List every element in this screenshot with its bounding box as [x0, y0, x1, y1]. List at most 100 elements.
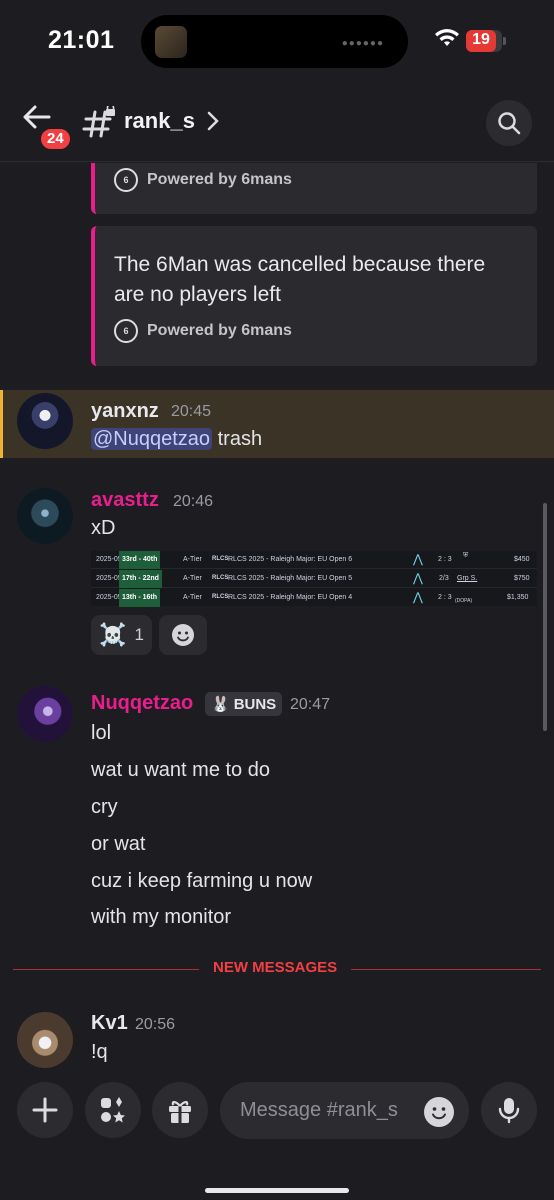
team-logo-icon: ⋀ [413, 590, 423, 604]
apps-icon [101, 1097, 125, 1123]
result-event: RLCS 2025 - Raleigh Major: EU Open 5 [228, 575, 353, 582]
home-indicator [205, 1188, 349, 1193]
battery-tip [503, 37, 506, 45]
plus-icon [32, 1097, 58, 1123]
user-mention[interactable]: @Nuqqetzao [91, 428, 213, 450]
reaction-skull[interactable]: ☠️ 1 [91, 615, 152, 655]
message-author[interactable]: avasttz [91, 489, 159, 512]
scrollbar[interactable] [543, 503, 547, 731]
channel-name[interactable]: rank_s [124, 108, 195, 134]
result-placement: 33rd - 40th [119, 551, 161, 569]
battery-level: 19 [472, 31, 490, 48]
message-text: !q [91, 1041, 108, 1063]
result-opponent: (DOPA) [455, 598, 473, 604]
result-event: RLCS 2025 - Raleigh Major: EU Open 4 [228, 594, 353, 601]
status-bar: 21:01 ●●●●●● 19 [0, 0, 554, 86]
result-score: 2/3 [439, 575, 449, 582]
opponent-logo-icon: ⛨ [463, 552, 469, 559]
channel-hash-icon [82, 106, 115, 138]
now-playing-thumbnail [155, 26, 187, 58]
message-author[interactable]: Nuqqetzao [91, 692, 193, 715]
result-score: 2 : 3 [438, 594, 452, 601]
6mans-logo-icon: 6 [114, 168, 138, 192]
message-mention-highlight[interactable]: yanxnz 20:45 @Nuqqetzao trash [0, 390, 554, 458]
dynamic-island: ●●●●●● [141, 15, 408, 68]
new-messages-label: NEW MESSAGES [199, 959, 352, 976]
bot-embed: 6 Powered by 6mans [91, 163, 537, 214]
result-score: 2 : 3 [438, 556, 452, 563]
team-logo-icon: ⋀ [413, 571, 423, 585]
results-row: 2025-05-18 17th - 22nd A-Tier RLCS RLCS … [91, 570, 537, 588]
message-timestamp: 20:45 [171, 403, 212, 420]
bot-embed: The 6Man was cancelled because there are… [91, 226, 537, 366]
result-prize: $450 [514, 556, 530, 563]
results-row: 2025-05-02 13th - 16th A-Tier RLCS RLCS … [91, 589, 537, 607]
microphone-icon [498, 1098, 520, 1124]
results-row: 2025-05-24 33rd - 40th A-Tier RLCS RLCS … [91, 551, 537, 569]
add-reaction-button[interactable] [159, 615, 207, 655]
skull-emoji-icon: ☠️ [99, 622, 127, 647]
team-logo-icon: ⋀ [413, 552, 423, 566]
emoji-icon [432, 1107, 446, 1120]
result-placement: 13th - 16th [119, 589, 161, 607]
message-text: cry [91, 796, 118, 818]
result-prize: $750 [514, 575, 530, 582]
add-reaction-icon [172, 624, 194, 646]
voice-message-button[interactable] [481, 1082, 537, 1138]
avatar[interactable] [17, 393, 73, 449]
battery-icon: 19 [466, 30, 502, 52]
result-tier: A-Tier [183, 575, 202, 582]
result-opponent: Grp S. [457, 575, 478, 582]
search-icon [498, 112, 521, 135]
attached-image-results[interactable]: 2025-05-24 33rd - 40th A-Tier RLCS RLCS … [91, 551, 537, 607]
message-composer [0, 1070, 554, 1200]
gift-button[interactable] [152, 1082, 208, 1138]
unread-count-badge: 24 [38, 126, 73, 152]
message-author[interactable]: yanxnz [91, 400, 159, 423]
message-timestamp: 20:46 [173, 493, 214, 510]
message-text: trash [217, 428, 263, 450]
message-text: or wat [91, 833, 146, 855]
reaction-count: 1 [134, 625, 144, 644]
result-tier: A-Tier [183, 556, 202, 563]
bunny-icon: 🐰 [211, 696, 230, 713]
message-timestamp: 20:56 [135, 1016, 176, 1033]
server-tag-badge: 🐰 BUNS [205, 692, 283, 716]
server-tag-label: BUNS [233, 695, 277, 713]
avatar[interactable] [17, 686, 73, 742]
search-button[interactable] [486, 100, 532, 146]
add-attachment-button[interactable] [17, 1082, 73, 1138]
embed-footer: 6 Powered by 6mans [114, 168, 292, 192]
result-event: RLCS 2025 - Raleigh Major: EU Open 6 [228, 556, 353, 563]
embed-text: The 6Man was cancelled because there are… [114, 253, 486, 306]
message-timestamp: 20:47 [290, 696, 331, 713]
result-prize: $1,350 [507, 594, 529, 601]
message-content: @Nuqqetzao trash [91, 428, 262, 451]
channel-header: 24 rank_s [0, 86, 554, 162]
message-text: with my monitor [91, 906, 232, 928]
rlcs-logo-icon: RLCS [212, 575, 229, 581]
island-dots-icon: ●●●●●● [341, 38, 384, 49]
wifi-icon [435, 29, 459, 46]
embed-footer-text: Powered by 6mans [147, 171, 292, 188]
chevron-right-icon[interactable] [206, 110, 220, 132]
emoji-picker-button[interactable] [424, 1097, 454, 1127]
result-placement: 17th - 22nd [119, 570, 162, 588]
6mans-logo-icon: 6 [114, 319, 138, 343]
avatar[interactable] [17, 1012, 73, 1068]
gift-icon [169, 1101, 191, 1123]
message-text: xD [91, 517, 116, 539]
embed-footer-text: Powered by 6mans [147, 322, 292, 339]
message-text: lol [91, 722, 112, 744]
rlcs-logo-icon: RLCS [212, 556, 229, 562]
avatar[interactable] [17, 488, 73, 544]
message-list[interactable]: 6 Powered by 6mans The 6Man was cancelle… [0, 163, 554, 1069]
status-time: 21:01 [48, 26, 115, 54]
message-text: wat u want me to do [91, 759, 270, 781]
message-author[interactable]: Kv1 [91, 1012, 128, 1035]
embed-footer: 6 Powered by 6mans [114, 319, 292, 343]
result-tier: A-Tier [183, 594, 202, 601]
rlcs-logo-icon: RLCS [212, 594, 229, 600]
apps-button[interactable] [85, 1082, 141, 1138]
message-text: cuz i keep farming u now [91, 870, 313, 892]
